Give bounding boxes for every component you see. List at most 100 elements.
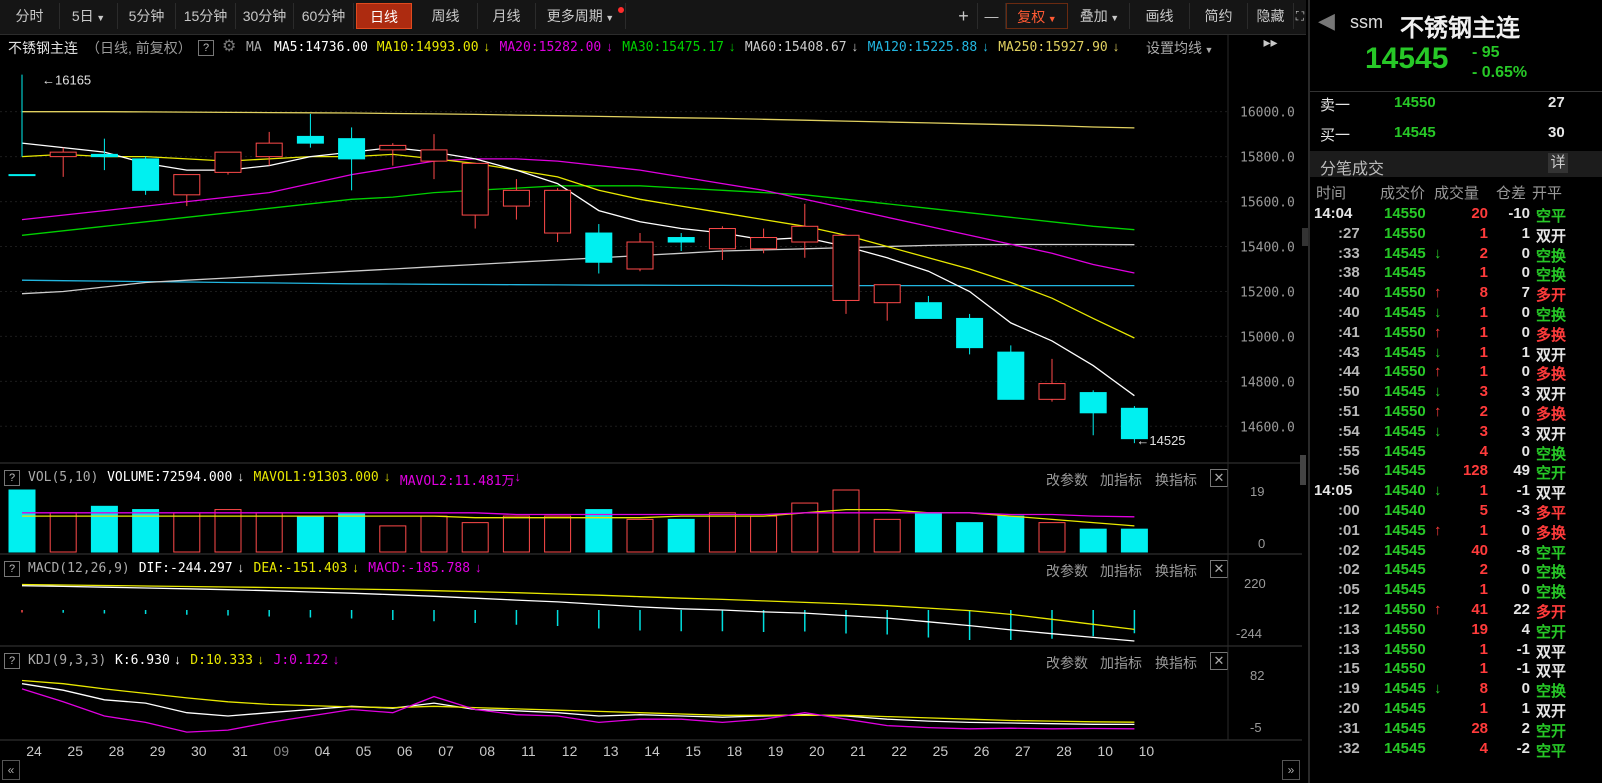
panel-toggle-handle[interactable] [1300,455,1306,485]
tick-row: :56 14545 128 49 空开 [1310,462,1602,482]
candle-body [873,284,901,304]
tick-price: 14550 [1384,363,1426,381]
tick-direction-icon: ↓ [1434,383,1442,401]
tick-time: :27 [1338,224,1360,242]
tick-time: :40 [1338,284,1360,302]
date-tick-label: 30 [191,743,207,759]
kline-chart[interactable]: 16000.0 15800.0 15600.0 15400.0 15200.0 15000… [0,0,1306,783]
date-tick-label: 05 [356,743,372,759]
tick-oi-change: 2 [1521,719,1530,737]
tick-volume: 1 [1479,304,1488,321]
price-tick-label: 15000.0 [1240,330,1295,345]
tick-price: 14545 [1384,383,1426,401]
tick-direction-icon: ↓ [1434,422,1442,440]
date-tick-label: 07 [438,743,454,759]
ticks-title: 分笔成交 [1320,161,1385,178]
vol-axis-min: 0 [1258,536,1265,551]
scrollbar-handle[interactable] [1302,228,1308,246]
tick-open-close: 空换 [1536,267,1567,285]
quote-panel: ◀ ssm 不锈钢主连 14545 - 95 - 0.65% 卖一 14550 … [1302,0,1602,783]
tick-oi-change: 0 [1521,323,1530,341]
candle-body [585,232,613,263]
date-tick-label: 27 [1015,743,1031,759]
detail-button[interactable]: 详 [1548,153,1568,173]
tick-row: 14:04 14550 20 -10 空平 [1310,205,1602,225]
date-tick-label: 06 [397,743,413,759]
tick-open-close: 多开 [1536,287,1567,305]
date-tick-label: 31 [232,743,248,759]
tick-direction-icon: ↓ [1434,304,1442,321]
tick-direction-icon: ↓ [1434,680,1442,698]
tick-volume: 40 [1471,541,1488,559]
kdj-d-line [21,679,1135,723]
date-tick-label: 08 [479,743,495,759]
volume-bar [873,518,901,553]
date-tick-label: 18 [727,743,743,759]
tick-volume: 2 [1479,403,1488,420]
scroll-right-icon[interactable]: » [1282,760,1300,780]
macd-dea-line [21,583,1135,631]
tick-row: :40 14550 ↑ 8 7 多开 [1310,284,1602,304]
tick-time: :20 [1338,700,1360,717]
tick-time: :32 [1338,739,1360,757]
tick-price: 14550 [1384,620,1426,638]
date-tick-label: 10 [1097,743,1113,759]
tick-time: :56 [1338,462,1360,480]
candle-body [1038,383,1066,400]
tick-row: :51 14550 ↑ 2 0 多换 [1310,403,1602,423]
bid-price: 14545 [1394,124,1436,141]
volume-bar [626,518,654,553]
tick-price: 14540 [1384,482,1426,500]
volume-bar [1079,528,1107,553]
volume-bar [832,489,860,553]
tick-oi-change: -1 [1516,482,1530,500]
scroll-left-icon[interactable]: « [2,760,20,780]
tick-row: :00 14540 5 -3 多平 [1310,502,1602,522]
column-volume: 成交量 [1434,185,1480,202]
prev-contract-icon[interactable]: ◀ [1318,8,1335,34]
tick-price: 14550 [1384,284,1426,302]
tick-time: :31 [1338,719,1360,737]
price-tick-label: 14600.0 [1240,420,1295,435]
candle-body [461,162,489,216]
volume-bar [667,518,695,553]
tick-price: 14550 [1384,205,1426,222]
ticks-header: 分笔成交 详 [1310,151,1602,178]
date-tick-label: 14 [644,743,660,759]
volume-bar [544,515,572,553]
tick-time: :01 [1338,521,1360,539]
vol-axis-max: 19 [1250,484,1264,499]
tick-oi-change: -1 [1516,640,1530,658]
price-tick-label: 15600.0 [1240,196,1295,211]
tick-row: :13 14550 19 4 空开 [1310,621,1602,641]
tick-open-close: 空换 [1536,683,1567,701]
tick-time: :33 [1338,244,1360,262]
tick-open-close: 双开 [1536,386,1567,404]
tick-price: 14545 [1384,462,1426,480]
date-tick-label: 29 [150,743,166,759]
volume-bar [8,489,36,553]
ma120-line [21,279,1135,287]
tick-row: :41 14550 ↑ 1 0 多换 [1310,324,1602,344]
tick-time: :00 [1338,502,1360,519]
tick-volume: 19 [1471,620,1488,638]
tick-time: :51 [1338,403,1360,420]
tick-oi-change: 0 [1521,264,1530,282]
tick-row: :02 14545 40 -8 空平 [1310,542,1602,562]
volume-bar [585,509,613,553]
tick-time: :02 [1338,561,1360,579]
tick-row: :50 14545 ↓ 3 3 双开 [1310,383,1602,403]
tick-open-close: 双开 [1536,346,1567,364]
tick-price: 14545 [1384,244,1426,262]
volume-bar [379,525,407,553]
date-tick-label: 26 [974,743,990,759]
candle-body [750,237,778,250]
tick-volume: 1 [1479,521,1488,539]
candle-body [997,351,1025,400]
tick-oi-change: 3 [1521,383,1530,401]
tick-oi-change: -3 [1516,502,1530,519]
volume-bar [49,512,77,553]
bid-row: 买一 14545 30 [1310,124,1602,148]
volume-bar [338,512,366,553]
tick-volume: 1 [1479,224,1488,242]
